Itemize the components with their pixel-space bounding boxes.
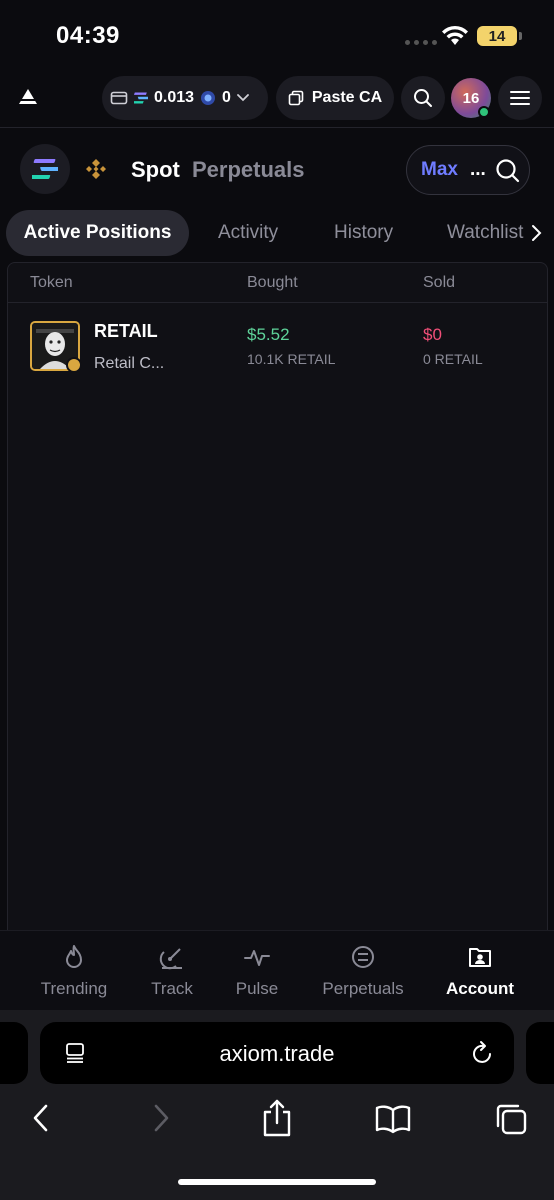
pump-badge-icon <box>66 357 82 373</box>
chevron-right-icon[interactable] <box>530 224 542 242</box>
online-status-dot <box>478 106 490 118</box>
column-sold: Sold <box>423 274 456 291</box>
paste-ca-button[interactable]: Paste CA <box>276 76 394 120</box>
solana-chain-button[interactable] <box>20 144 70 194</box>
bought-amount: 10.1K RETAIL <box>247 351 336 367</box>
avatar-badge: 16 <box>462 89 480 107</box>
chevron-down-icon <box>237 94 249 102</box>
nav-trending[interactable]: Trending <box>34 931 114 1011</box>
nav-label-perpetuals: Perpetuals <box>322 979 404 998</box>
max-more: ... <box>469 159 486 180</box>
cellular-signal-icon <box>405 40 437 45</box>
perpetuals-tab[interactable]: Perpetuals <box>192 157 305 183</box>
search-button[interactable] <box>401 76 445 120</box>
hamburger-menu-icon <box>510 91 530 105</box>
max-search-button[interactable]: Max ... <box>406 145 530 195</box>
spot-tab[interactable]: Spot <box>131 157 180 183</box>
token-ticker: RETAIL <box>94 321 158 341</box>
bnb-chain-icon[interactable] <box>84 157 108 181</box>
battery-level: 14 <box>488 27 506 45</box>
nav-label-pulse: Pulse <box>235 979 279 998</box>
tab-history[interactable]: History <box>334 210 393 256</box>
nav-account[interactable]: Account <box>440 931 520 1011</box>
radar-icon <box>159 948 182 970</box>
url-text: axiom.trade <box>219 1041 335 1066</box>
nav-perpetuals[interactable]: Perpetuals <box>314 931 412 1011</box>
column-bought: Bought <box>247 274 298 291</box>
axiom-logo-icon[interactable] <box>18 88 38 106</box>
bookmarks-icon[interactable] <box>375 1104 411 1134</box>
wifi-icon <box>442 25 468 45</box>
bought-usd: $5.52 <box>247 325 290 344</box>
account-icon <box>469 948 491 967</box>
positions-table: Token Bought Sold RETAIL Retail C... $5.… <box>7 262 548 930</box>
nav-label-track: Track <box>151 979 193 998</box>
pulse-icon <box>244 950 270 966</box>
positions-tabs: Active Positions Activity History Watchl… <box>0 210 554 256</box>
wallet-balance-button[interactable]: 0.013 0 <box>102 76 268 120</box>
tab-activity[interactable]: Activity <box>218 210 278 256</box>
previous-tab-preview[interactable] <box>0 1022 28 1084</box>
forward-icon[interactable] <box>150 1102 172 1134</box>
tab-watchlist[interactable]: Watchlist <box>447 210 523 256</box>
points-icon <box>201 91 216 105</box>
share-icon[interactable] <box>261 1098 293 1138</box>
sold-usd: $0 <box>423 325 442 344</box>
nav-pulse[interactable]: Pulse <box>226 931 288 1011</box>
max-label: Max <box>421 159 458 180</box>
tabs-icon[interactable] <box>494 1102 528 1136</box>
points-balance: 0 <box>222 89 231 106</box>
sol-balance: 0.013 <box>154 89 195 106</box>
table-row[interactable]: RETAIL Retail C... $5.52 10.1K RETAIL $0… <box>8 311 547 383</box>
flame-icon <box>66 945 82 968</box>
sold-amount: 0 RETAIL <box>423 351 483 367</box>
reload-icon[interactable] <box>470 1039 496 1067</box>
app-header: 0.013 0 Paste CA 16 <box>0 70 554 128</box>
tab-active-positions[interactable]: Active Positions <box>6 210 189 256</box>
address-bar[interactable]: axiom.trade <box>40 1022 514 1084</box>
nav-label-account: Account <box>446 979 514 998</box>
column-token: Token <box>30 274 73 291</box>
search-icon <box>496 159 520 183</box>
status-time: 04:39 <box>56 22 120 49</box>
wallet-icon <box>110 91 128 105</box>
nav-label-trending: Trending <box>40 979 108 998</box>
next-tab-preview[interactable] <box>526 1022 554 1084</box>
nav-track[interactable]: Track <box>140 931 204 1011</box>
paste-ca-label: Paste CA <box>311 89 383 106</box>
home-indicator <box>178 1179 376 1185</box>
browser-toolbar: axiom.trade <box>0 1010 554 1200</box>
solana-icon <box>134 92 148 104</box>
battery-icon: 14 <box>477 26 517 46</box>
token-name: Retail C... <box>94 355 165 372</box>
search-icon <box>414 89 432 107</box>
solana-icon <box>32 159 58 179</box>
table-header: Token Bought Sold <box>8 263 547 303</box>
back-icon[interactable] <box>30 1102 52 1134</box>
swap-circle-icon <box>352 946 374 968</box>
menu-button[interactable] <box>498 76 542 120</box>
copy-icon <box>288 90 304 106</box>
bottom-nav: Trending Track Pulse Perpetuals Account <box>0 930 554 1010</box>
status-bar: 04:39 14 <box>0 0 554 70</box>
